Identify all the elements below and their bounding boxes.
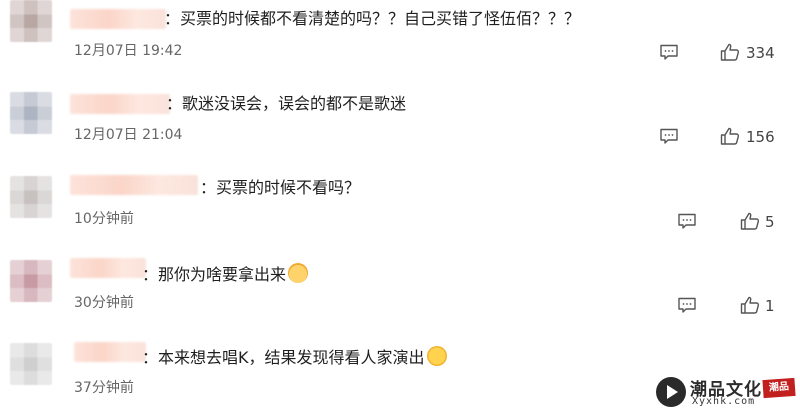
thumbs-up-icon[interactable] <box>720 127 740 145</box>
comment-timestamp: 30分钟前 <box>74 295 134 311</box>
username-blurred[interactable] <box>70 94 170 114</box>
username-blurred[interactable] <box>74 342 146 362</box>
comment-timestamp: 10分钟前 <box>74 211 134 227</box>
comment-timestamp: 12月07日 21:04 <box>74 127 183 143</box>
comment-text-content: ：本来想去唱K，结果发现得看人家演出 <box>142 348 425 367</box>
comment-icon[interactable] <box>677 213 697 229</box>
watermark-url: Xyxhk.com <box>692 396 756 407</box>
comment-text: ：歌迷没误会，误会的都不是歌迷 <box>166 94 407 113</box>
avatar[interactable] <box>10 92 52 134</box>
laughing-emoji <box>426 346 447 366</box>
play-icon <box>656 377 686 407</box>
avatar[interactable] <box>10 260 52 302</box>
thumbs-up-icon[interactable] <box>740 296 760 314</box>
like-count: 156 <box>746 128 775 146</box>
like-count: 5 <box>765 213 775 231</box>
username-blurred[interactable] <box>70 175 198 195</box>
comment-text-content: ：那你为啥要拿出来 <box>142 265 287 284</box>
comment-text: ：本来想去唱K，结果发现得看人家演出 <box>142 346 447 368</box>
comment-icon[interactable] <box>677 297 697 313</box>
avatar[interactable] <box>10 343 52 385</box>
thumbs-up-icon[interactable] <box>740 212 760 230</box>
like-count: 1 <box>765 297 775 315</box>
comment-text: ：买票的时候不看吗？ <box>200 178 361 197</box>
comment-timestamp: 37分钟前 <box>74 380 134 396</box>
username-blurred[interactable] <box>70 258 146 278</box>
avatar[interactable] <box>10 176 52 218</box>
watermark-seal: 潮品 <box>762 377 796 399</box>
comment-text: ：那你为啥要拿出来 <box>142 263 309 285</box>
cat-emoji <box>288 263 309 283</box>
watermark: 潮品文化 Xyxhk.com 潮品 <box>652 373 800 413</box>
comment-icon[interactable] <box>659 128 679 144</box>
comment-item: ：本来想去唱K，结果发现得看人家演出 37分钟前 <box>0 0 800 396</box>
